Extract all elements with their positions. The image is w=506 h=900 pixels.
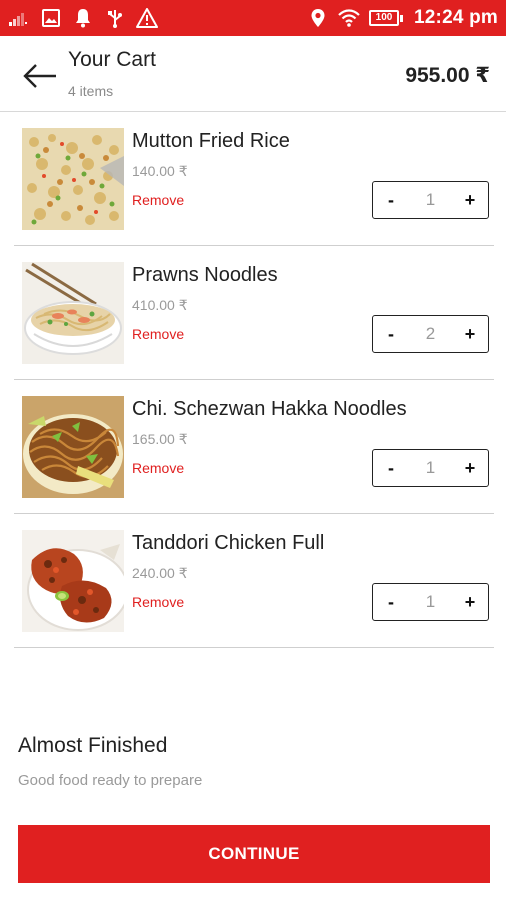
battery-tip — [400, 14, 404, 22]
arrow-back-icon — [23, 64, 56, 88]
quantity-value: 1 — [425, 190, 436, 209]
remove-link[interactable]: Remove — [132, 326, 184, 342]
almost-finished-subtitle: Good food ready to prepare — [18, 772, 203, 789]
notification-bell-icon — [72, 7, 94, 29]
signal-icon — [8, 7, 30, 29]
hakka-noodles-image — [22, 396, 124, 498]
cart-item: Prawns Noodles 410.00 ₹ Remove - 2 + — [14, 246, 494, 380]
warning-icon — [136, 7, 158, 29]
item-name: Chi. Schezwan Hakka Noodles — [132, 398, 407, 420]
quantity-value: 2 — [425, 324, 436, 343]
cart-item: Tanddori Chicken Full 240.00 ₹ Remove - … — [14, 514, 494, 648]
back-button[interactable] — [20, 56, 60, 96]
remove-link[interactable]: Remove — [132, 460, 184, 476]
usb-icon — [104, 7, 126, 29]
item-count: 4 items — [68, 83, 114, 99]
item-price: 410.00 ₹ — [132, 297, 188, 313]
item-name: Mutton Fried Rice — [132, 130, 290, 152]
increase-quantity-button[interactable]: + — [452, 316, 488, 352]
decrease-quantity-button[interactable]: - — [373, 584, 409, 620]
quantity-stepper: - 2 + — [372, 315, 489, 353]
item-name: Tanddori Chicken Full — [132, 532, 325, 554]
status-bar: 100 12:24 pm — [0, 0, 506, 36]
wifi-icon — [338, 7, 360, 29]
status-time: 12:24 pm — [414, 7, 498, 28]
quantity-stepper: - 1 + — [372, 181, 489, 219]
decrease-quantity-button[interactable]: - — [373, 182, 409, 218]
increase-quantity-button[interactable]: + — [452, 584, 488, 620]
battery-icon: 100 — [369, 10, 404, 26]
quantity-stepper: - 1 + — [372, 583, 489, 621]
image-icon — [40, 7, 62, 29]
almost-finished-title: Almost Finished — [18, 734, 168, 757]
remove-link[interactable]: Remove — [132, 594, 184, 610]
item-price: 240.00 ₹ — [132, 565, 188, 581]
noodle-bowl-image — [22, 262, 124, 364]
cart-list: Mutton Fried Rice 140.00 ₹ Remove - 1 + … — [14, 112, 494, 648]
remove-link[interactable]: Remove — [132, 192, 184, 208]
quantity-value: 1 — [425, 592, 436, 611]
decrease-quantity-button[interactable]: - — [373, 450, 409, 486]
cart-total: 955.00 ₹ — [405, 64, 490, 87]
page-title: Your Cart — [68, 48, 156, 71]
tandoori-chicken-image — [22, 530, 124, 632]
fried-rice-image — [22, 128, 124, 230]
cart-item: Chi. Schezwan Hakka Noodles 165.00 ₹ Rem… — [14, 380, 494, 514]
item-name: Prawns Noodles — [132, 264, 278, 286]
continue-button[interactable]: CONTINUE — [18, 825, 490, 883]
item-price: 165.00 ₹ — [132, 431, 188, 447]
battery-level: 100 — [369, 10, 400, 26]
item-price: 140.00 ₹ — [132, 163, 188, 179]
decrease-quantity-button[interactable]: - — [373, 316, 409, 352]
status-bar-left — [8, 7, 158, 29]
increase-quantity-button[interactable]: + — [452, 450, 488, 486]
status-bar-right: 100 12:24 pm — [307, 7, 498, 29]
quantity-stepper: - 1 + — [372, 449, 489, 487]
increase-quantity-button[interactable]: + — [452, 182, 488, 218]
quantity-value: 1 — [425, 458, 436, 477]
cart-item: Mutton Fried Rice 140.00 ₹ Remove - 1 + — [14, 112, 494, 246]
location-icon — [307, 7, 329, 29]
cart-header: Your Cart 4 items 955.00 ₹ — [0, 36, 506, 112]
